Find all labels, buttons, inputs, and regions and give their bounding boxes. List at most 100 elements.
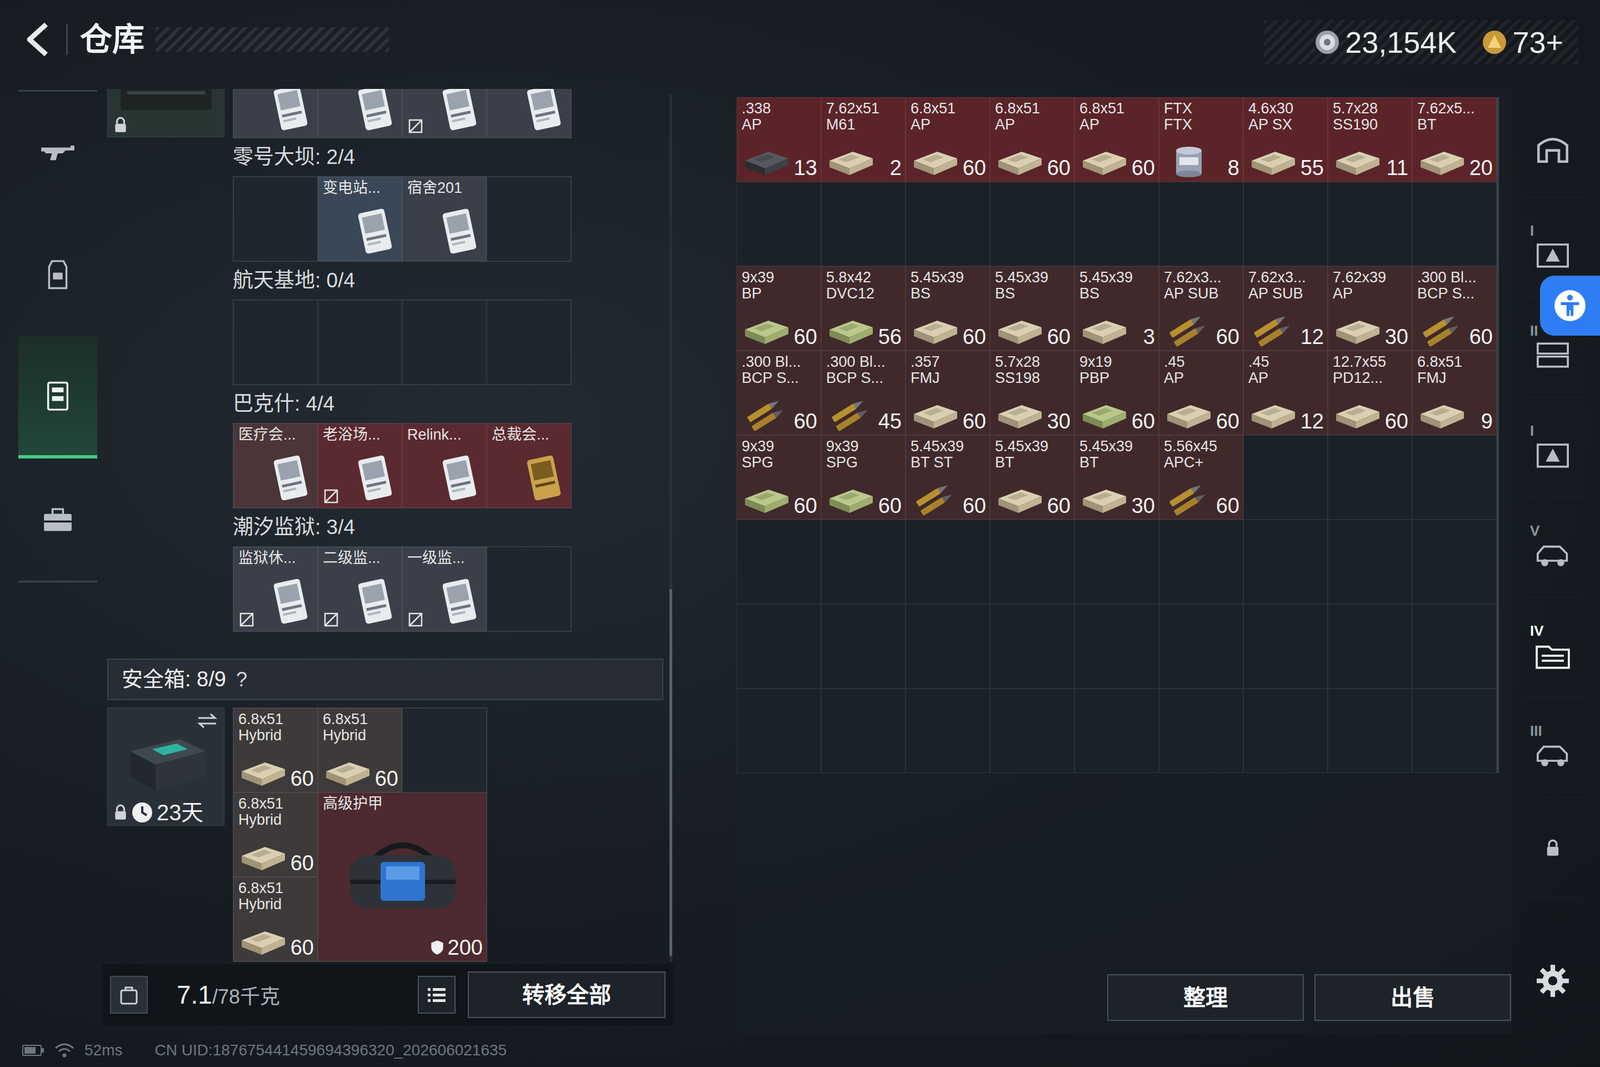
- empty-slot[interactable]: [1158, 688, 1244, 773]
- ammo-item[interactable]: .357FMJ60: [905, 350, 990, 435]
- key-slot[interactable]: [486, 88, 572, 138]
- empty-slot[interactable]: [1327, 688, 1413, 773]
- ammo-item[interactable]: 5.45x39BS3: [1074, 266, 1159, 351]
- key-slot[interactable]: 一级监...: [402, 546, 487, 632]
- key-slot[interactable]: 监狱休...: [233, 546, 318, 632]
- ammo-item[interactable]: 9x39SPG60: [821, 435, 906, 520]
- scrollbar-thumb[interactable]: [669, 588, 673, 956]
- empty-slot[interactable]: [1074, 688, 1159, 773]
- empty-slot[interactable]: [1074, 519, 1159, 604]
- ammo-item[interactable]: 12.7x55PD12...60: [1327, 350, 1413, 435]
- empty-slot[interactable]: [821, 688, 906, 773]
- stash-tab[interactable]: I: [1522, 397, 1584, 498]
- ammo-item[interactable]: .338AP13: [736, 97, 822, 182]
- sidebar-item[interactable]: [18, 458, 98, 581]
- empty-slot[interactable]: [905, 519, 990, 604]
- sidebar-item[interactable]: [18, 91, 98, 214]
- stash-tab[interactable]: [1522, 797, 1584, 898]
- key-slot[interactable]: [233, 88, 318, 138]
- armor-item[interactable]: 高级护甲200: [317, 792, 487, 962]
- back-arrow-icon[interactable]: [20, 20, 57, 59]
- ammo-item[interactable]: .300 Bl...BCP S...60: [736, 350, 822, 435]
- ammo-item[interactable]: 5.45x39BT30: [1074, 435, 1159, 520]
- empty-slot[interactable]: [821, 519, 906, 604]
- ammo-item[interactable]: 9x39BP60: [736, 266, 822, 351]
- ammo-item[interactable]: 5.45x39BS60: [990, 266, 1075, 351]
- ammo-item[interactable]: 6.8x51Hybrid60: [233, 707, 318, 793]
- empty-slot[interactable]: [486, 300, 572, 385]
- list-button[interactable]: [417, 975, 456, 1014]
- ammo-item[interactable]: .45AP12: [1243, 350, 1328, 435]
- empty-slot[interactable]: [905, 181, 990, 267]
- ammo-item[interactable]: .45AP60: [1158, 350, 1244, 435]
- empty-slot[interactable]: [1327, 519, 1413, 604]
- ammo-item[interactable]: 5.8x42DVC1256: [821, 266, 906, 351]
- empty-slot[interactable]: [1243, 519, 1328, 604]
- ammo-item[interactable]: 6.8x51Hybrid60: [317, 707, 403, 793]
- ammo-item[interactable]: 7.62x3...AP SUB60: [1158, 266, 1244, 351]
- safe-case-slot[interactable]: 23天: [107, 707, 225, 826]
- empty-slot[interactable]: [736, 519, 822, 604]
- transfer-all-button[interactable]: 转移全部: [467, 971, 666, 1018]
- empty-slot[interactable]: [1074, 603, 1159, 689]
- empty-slot[interactable]: [1243, 435, 1328, 520]
- empty-slot[interactable]: [905, 603, 990, 689]
- ammo-item[interactable]: 9x19PBP60: [1074, 350, 1159, 435]
- empty-slot[interactable]: [736, 688, 822, 773]
- gear-icon[interactable]: [1533, 961, 1573, 1000]
- ammo-item[interactable]: 4.6x30AP SX55: [1243, 97, 1328, 182]
- empty-slot[interactable]: [1158, 181, 1244, 267]
- empty-slot[interactable]: [402, 707, 487, 793]
- ammo-item[interactable]: 7.62x5...BT20: [1412, 97, 1497, 182]
- ammo-item[interactable]: 5.7x28SS19830: [990, 350, 1075, 435]
- empty-slot[interactable]: [821, 181, 906, 267]
- empty-slot[interactable]: [1243, 181, 1328, 267]
- empty-slot[interactable]: [736, 181, 822, 267]
- ammo-item[interactable]: FTXFTX8: [1158, 97, 1244, 182]
- key-slot[interactable]: 老浴场...: [317, 423, 403, 508]
- ammo-item[interactable]: 6.8x51FMJ9: [1412, 350, 1497, 435]
- ammo-item[interactable]: 5.45x39BT60: [990, 435, 1075, 520]
- empty-slot[interactable]: [1412, 519, 1497, 604]
- empty-slot[interactable]: [486, 546, 572, 632]
- empty-slot[interactable]: [1327, 603, 1413, 689]
- key-slot[interactable]: Relink...: [402, 423, 487, 508]
- empty-slot[interactable]: [1243, 603, 1328, 689]
- empty-slot[interactable]: [317, 300, 403, 385]
- empty-slot[interactable]: [233, 176, 318, 262]
- ammo-item[interactable]: 5.56x45APC+60: [1158, 435, 1244, 520]
- ammo-item[interactable]: 5.45x39BS60: [905, 266, 990, 351]
- empty-slot[interactable]: [990, 688, 1075, 773]
- sell-button[interactable]: 出售: [1314, 973, 1512, 1021]
- ammo-item[interactable]: 5.45x39BT ST60: [905, 435, 990, 520]
- locked-case-slot[interactable]: [107, 88, 225, 138]
- help-button[interactable]: ?: [236, 664, 248, 695]
- ammo-item[interactable]: 6.8x51AP60: [1074, 97, 1159, 182]
- ammo-item[interactable]: 6.8x51Hybrid60: [233, 792, 318, 877]
- stash-tab[interactable]: V: [1522, 497, 1584, 598]
- key-slot[interactable]: [402, 88, 487, 138]
- key-slot[interactable]: 变电站...: [317, 176, 403, 262]
- key-slot[interactable]: 总裁会...: [486, 423, 572, 508]
- empty-slot[interactable]: [990, 519, 1075, 604]
- ammo-item[interactable]: 5.7x28SS19011: [1327, 97, 1413, 182]
- empty-slot[interactable]: [1412, 603, 1497, 689]
- ammo-item[interactable]: 6.8x51AP60: [905, 97, 990, 182]
- empty-slot[interactable]: [486, 176, 572, 262]
- ammo-item[interactable]: 7.62x51M612: [821, 97, 906, 182]
- ammo-item[interactable]: 7.62x3...AP SUB12: [1243, 266, 1328, 351]
- empty-slot[interactable]: [990, 603, 1075, 689]
- stash-tab[interactable]: IV: [1522, 597, 1584, 698]
- empty-slot[interactable]: [1327, 435, 1413, 520]
- ammo-item[interactable]: 7.62x39AP30: [1327, 266, 1413, 351]
- key-slot[interactable]: 医疗会...: [233, 423, 318, 508]
- empty-slot[interactable]: [736, 603, 822, 689]
- empty-slot[interactable]: [233, 300, 318, 385]
- empty-slot[interactable]: [1327, 181, 1413, 267]
- sidebar-item[interactable]: [18, 336, 98, 459]
- empty-slot[interactable]: [821, 603, 906, 689]
- ammo-item[interactable]: 6.8x51Hybrid60: [233, 876, 318, 962]
- empty-slot[interactable]: [1074, 181, 1159, 267]
- empty-slot[interactable]: [990, 181, 1075, 267]
- empty-slot[interactable]: [1158, 603, 1244, 689]
